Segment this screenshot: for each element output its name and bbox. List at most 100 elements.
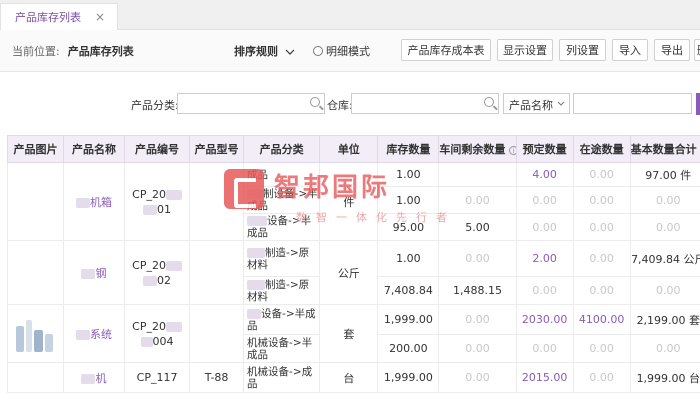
redacted-text: [247, 189, 264, 199]
redacted-text: [247, 216, 268, 226]
column-header[interactable]: 产品型号: [189, 135, 245, 163]
product-image-cell: [7, 240, 64, 305]
column-header[interactable]: 产品分类: [243, 135, 321, 163]
delete-button[interactable]: 删: [694, 39, 700, 61]
tab-product-inventory[interactable]: 产品库存列表 ×: [0, 3, 118, 30]
search-icon[interactable]: [484, 97, 494, 107]
column-header[interactable]: 产品名称: [62, 135, 126, 163]
search-button[interactable]: [696, 93, 700, 115]
redacted-text: [165, 321, 182, 332]
transit-qty-cell[interactable]: 4100.00: [572, 304, 631, 335]
category-cell: 制造->原材料: [243, 240, 321, 277]
reserved-qty-cell[interactable]: 2.00: [515, 240, 574, 277]
product-name-cell[interactable]: 机箱: [62, 162, 126, 241]
product-code-prefix: CP_20: [132, 319, 166, 333]
redacted-text: [75, 197, 90, 208]
product-model-cell: [189, 240, 245, 305]
tab-label: 产品库存列表: [15, 11, 81, 24]
total-qty-cell: 0.00: [629, 334, 700, 363]
column-header[interactable]: 产品图片: [7, 135, 64, 163]
column-header-workshop[interactable]: 车间剩余数量 i: [438, 135, 517, 163]
tab-bar: 产品库存列表 ×: [0, 0, 700, 30]
reserved-qty-cell[interactable]: 4.00: [515, 162, 574, 187]
stock-qty-cell: 1.00: [377, 162, 440, 187]
detail-mode-label: 明细模式: [326, 45, 370, 58]
column-header-label: 车间剩余数量: [439, 143, 506, 156]
inventory-cost-report-button[interactable]: 产品库存成本表: [401, 39, 491, 61]
redacted-text: [247, 308, 262, 319]
workshop-qty-cell: 5.00: [438, 213, 517, 241]
category-cell: 成品: [243, 162, 321, 187]
column-header[interactable]: 在途数量: [572, 135, 631, 163]
column-settings-button[interactable]: 列设置: [559, 39, 606, 61]
sort-rule-dropdown[interactable]: 排序规则: [234, 43, 295, 59]
product-name[interactable]: 机: [95, 372, 106, 385]
import-button[interactable]: 导入: [612, 39, 648, 61]
sort-rule-label: 排序规则: [234, 45, 278, 58]
product-name[interactable]: 系统: [90, 328, 112, 341]
table-header-row: 产品图片 产品名称 产品编号 产品型号 产品分类 单位 库存数量 车间剩余数量 …: [7, 135, 700, 163]
table-row[interactable]: 机箱 CP_20 01 成品 件 1.00 4.00 0.00 97.00 件: [7, 162, 700, 241]
product-model-cell: T-88: [189, 362, 245, 393]
search-field-select[interactable]: 产品名称: [503, 93, 570, 114]
product-name-cell[interactable]: 钢: [62, 240, 126, 305]
total-qty-cell: 0.00: [629, 186, 700, 214]
product-name[interactable]: 机箱: [90, 196, 112, 209]
unit-cell: 件: [319, 162, 379, 241]
search-icon[interactable]: [310, 97, 320, 107]
redacted-text: [247, 279, 266, 290]
column-header-total[interactable]: 基本数量合计 i: [629, 135, 700, 163]
product-code-cell: CP_117: [123, 362, 191, 393]
workshop-qty-cell: 0.00: [438, 334, 517, 363]
workshop-qty-cell: 0.00: [438, 186, 517, 214]
column-header[interactable]: 库存数量: [377, 135, 440, 163]
unit-cell: 台: [319, 362, 379, 393]
reserved-qty-cell[interactable]: 2030.00: [515, 304, 574, 335]
workshop-qty-cell: 0.00: [438, 240, 517, 277]
reserved-qty-cell: 0.00: [515, 186, 574, 214]
reserved-qty-cell[interactable]: 2015.00: [515, 362, 574, 393]
reserved-qty-cell: 0.00: [515, 276, 574, 305]
product-name-cell[interactable]: 系统: [62, 304, 126, 363]
category-cell: 设备->半成品: [243, 213, 321, 241]
product-name[interactable]: 钢: [95, 267, 106, 280]
warehouse-filter-input[interactable]: [351, 93, 499, 114]
table-row[interactable]: 钢 CP_20 02 制造->原材料 公斤 1.00 0.00 2.00 0.00…: [7, 240, 700, 305]
table-row[interactable]: 机 CP_117 T-88 机械设备->成品 台 1,999.00 0.00 2…: [7, 362, 700, 393]
redacted-text: [140, 336, 153, 347]
display-settings-button[interactable]: 显示设置: [497, 39, 553, 61]
product-code-cell: CP_20 01: [123, 162, 191, 241]
column-header[interactable]: 预定数量: [515, 135, 574, 163]
stock-qty-cell: 200.00: [377, 334, 440, 363]
product-code-cell: CP_20 004: [123, 304, 191, 363]
product-name-cell[interactable]: 机: [62, 362, 126, 393]
column-header[interactable]: 单位: [319, 135, 379, 163]
stock-qty-cell: 1,999.00: [377, 362, 440, 393]
keyword-search-input[interactable]: [573, 93, 692, 114]
product-thumbnail[interactable]: [14, 312, 56, 356]
transit-qty-cell: 0.00: [572, 276, 631, 305]
product-model-cell: [189, 304, 245, 363]
unit-cell: 公斤: [319, 240, 379, 305]
workshop-qty-cell: 0.00: [438, 362, 517, 393]
stock-qty-cell: 1.00: [377, 240, 440, 277]
redacted-text: [75, 329, 90, 340]
redacted-text: [165, 260, 182, 271]
info-icon[interactable]: i: [509, 145, 516, 155]
category-filter-input[interactable]: [177, 93, 325, 114]
product-code-cell: CP_20 02: [123, 240, 191, 305]
transit-qty-cell: 0.00: [572, 362, 631, 393]
export-button[interactable]: 导出: [654, 39, 690, 61]
product-image-cell: [7, 162, 64, 241]
column-header[interactable]: 产品编号: [123, 135, 191, 163]
toolbar: 当前位置: 产品库存列表 排序规则 明细模式 产品库存成本表 显示设置 列设置 导…: [0, 30, 700, 72]
product-code-suffix: 004: [152, 334, 174, 348]
redacted-text: [143, 204, 158, 215]
table-row[interactable]: 系统 CP_20 004 设备->半成品 套 1,999.00 0.00 2030…: [7, 304, 700, 363]
product-code-prefix: CP_20: [132, 187, 166, 201]
category-cell: 制设备->半成品: [243, 186, 321, 214]
transit-qty-cell: 0.00: [572, 162, 631, 187]
category-cell: 机械设备->成品: [243, 362, 321, 393]
close-icon[interactable]: ×: [95, 10, 105, 24]
detail-mode-radio[interactable]: 明细模式: [313, 43, 370, 59]
